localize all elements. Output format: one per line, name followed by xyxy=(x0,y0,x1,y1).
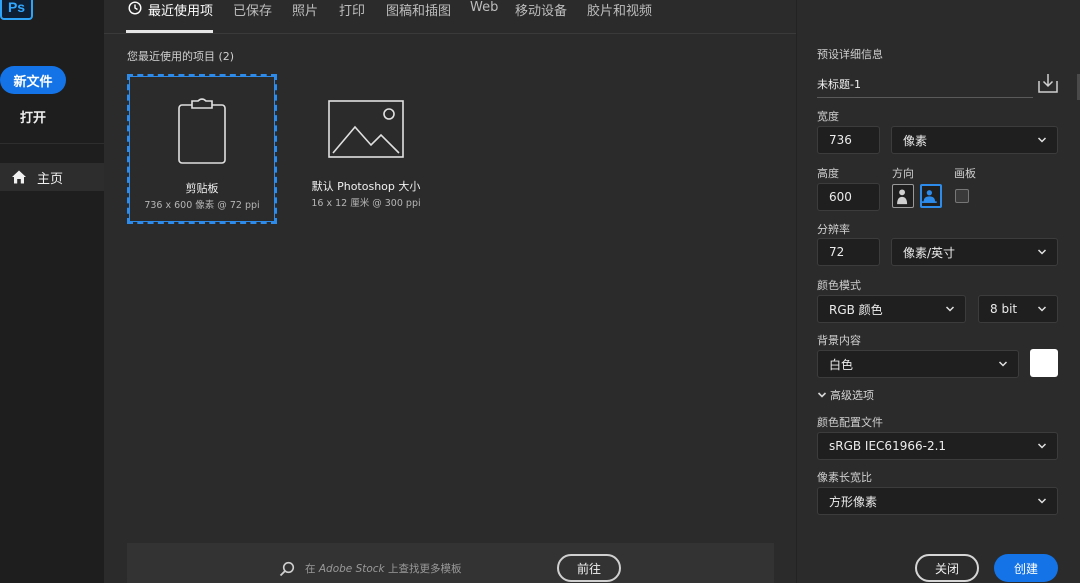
tab-photo[interactable]: 照片 xyxy=(292,0,318,19)
color-profile-select[interactable]: sRGB IEC61966-2.1 xyxy=(817,432,1058,460)
portrait-orientation-button[interactable] xyxy=(892,184,914,208)
open-button[interactable]: 打开 xyxy=(20,107,46,126)
category-tabs: 最近使用项 已保存 照片 打印 图稿和插图 Web 移动设备 胶片和视频 xyxy=(104,0,796,34)
width-unit-value: 像素 xyxy=(903,133,928,148)
pixel-aspect-value: 方形像素 xyxy=(829,494,878,509)
preset-name-input[interactable]: 未标题-1 xyxy=(817,74,1033,98)
color-mode-label: 颜色模式 xyxy=(817,279,861,292)
recent-item-meta: 16 x 12 厘米 @ 300 ppi xyxy=(311,198,421,209)
landscape-icon xyxy=(922,190,937,203)
resolution-unit-value: 像素/英寸 xyxy=(903,245,956,260)
adobe-stock-hint: 在 Adobe Stock 上查找更多模板 xyxy=(305,561,461,576)
sidebar-item-label: 主页 xyxy=(37,171,64,187)
advanced-options-label: 高级选项 xyxy=(830,389,874,402)
stock-brand: Adobe Stock xyxy=(318,563,385,575)
tab-recent[interactable]: 最近使用项 xyxy=(148,0,213,19)
chevron-down-icon xyxy=(817,392,827,398)
height-label: 高度 xyxy=(817,167,839,180)
pixel-aspect-label: 像素长宽比 xyxy=(817,471,872,484)
stock-prefix: 在 xyxy=(305,563,319,575)
sidebar-item-home[interactable]: 主页 xyxy=(0,163,104,191)
background-label: 背景内容 xyxy=(817,334,861,347)
recent-items-title: 您最近使用的项目 (2) xyxy=(127,50,235,63)
width-input[interactable]: 736 xyxy=(817,126,880,154)
bit-depth-select[interactable]: 8 bit xyxy=(978,295,1058,323)
width-unit-select[interactable]: 像素 xyxy=(891,126,1058,154)
tab-print[interactable]: 打印 xyxy=(339,0,365,19)
preset-details-panel: 预设详细信息 未标题-1 宽度 736 像素 高度 方向 画板 600 分辨率 … xyxy=(796,0,1080,583)
photoshop-logo: Ps xyxy=(0,0,33,20)
chevron-down-icon xyxy=(998,361,1008,367)
width-label: 宽度 xyxy=(817,110,839,123)
tab-saved[interactable]: 已保存 xyxy=(233,0,272,19)
chevron-down-icon xyxy=(1037,137,1047,143)
stock-suffix: 上查找更多模板 xyxy=(384,563,462,575)
artboard-checkbox[interactable] xyxy=(955,189,969,203)
background-value: 白色 xyxy=(829,357,854,372)
recent-item-name: 默认 Photoshop 大小 xyxy=(311,180,421,193)
pixel-aspect-select[interactable]: 方形像素 xyxy=(817,487,1058,515)
chevron-down-icon xyxy=(1037,443,1047,449)
tab-mobile[interactable]: 移动设备 xyxy=(515,0,567,19)
resolution-unit-select[interactable]: 像素/英寸 xyxy=(891,238,1058,266)
create-button[interactable]: 创建 xyxy=(994,554,1058,582)
recent-item-default-size[interactable]: 默认 Photoshop 大小 16 x 12 厘米 @ 300 ppi xyxy=(291,74,441,224)
new-file-button[interactable]: 新文件 xyxy=(0,66,66,94)
chevron-down-icon xyxy=(1037,249,1047,255)
recent-item-name: 剪贴板 xyxy=(185,182,219,195)
height-input[interactable]: 600 xyxy=(817,183,880,211)
background-select[interactable]: 白色 xyxy=(817,350,1019,378)
active-tab-indicator xyxy=(126,30,213,33)
color-profile-value: sRGB IEC61966-2.1 xyxy=(829,439,947,453)
sidebar-divider xyxy=(0,143,104,144)
tab-web[interactable]: Web xyxy=(470,0,498,18)
tab-film-video[interactable]: 胶片和视频 xyxy=(587,0,652,19)
recent-item-clipboard[interactable]: 剪贴板 736 x 600 像素 @ 72 ppi xyxy=(127,74,277,224)
left-sidebar: Ps 新文件 打开 主页 xyxy=(0,0,104,583)
clipboard-icon xyxy=(178,98,226,164)
close-button[interactable]: 关闭 xyxy=(915,554,979,582)
color-profile-label: 颜色配置文件 xyxy=(817,416,883,429)
chevron-down-icon xyxy=(1037,498,1047,504)
tab-art-illustration[interactable]: 图稿和插图 xyxy=(386,0,451,19)
search-icon xyxy=(279,561,295,577)
clock-icon xyxy=(128,1,142,15)
color-mode-select[interactable]: RGB 颜色 xyxy=(817,295,966,323)
preset-details-label: 预设详细信息 xyxy=(817,48,883,61)
artboard-label: 画板 xyxy=(954,167,976,180)
resolution-label: 分辨率 xyxy=(817,223,850,236)
portrait-icon xyxy=(897,189,908,205)
main-panel: 最近使用项 已保存 照片 打印 图稿和插图 Web 移动设备 胶片和视频 您最近… xyxy=(104,0,796,583)
bit-depth-value: 8 bit xyxy=(990,302,1018,316)
color-mode-value: RGB 颜色 xyxy=(829,302,883,317)
landscape-orientation-button[interactable] xyxy=(920,184,942,208)
background-color-swatch[interactable] xyxy=(1030,349,1058,377)
home-icon xyxy=(12,170,26,184)
adobe-stock-bar: 在 Adobe Stock 上查找更多模板 前往 xyxy=(127,543,774,583)
save-preset-icon[interactable] xyxy=(1037,72,1059,94)
chevron-down-icon xyxy=(1037,306,1047,312)
orientation-label: 方向 xyxy=(892,167,914,180)
image-icon xyxy=(328,100,404,158)
advanced-options-toggle[interactable]: 高级选项 xyxy=(817,387,874,403)
resolution-input[interactable]: 72 xyxy=(817,238,880,266)
chevron-down-icon xyxy=(945,306,955,312)
recent-item-meta: 736 x 600 像素 @ 72 ppi xyxy=(144,200,260,211)
go-button[interactable]: 前往 xyxy=(557,554,621,582)
